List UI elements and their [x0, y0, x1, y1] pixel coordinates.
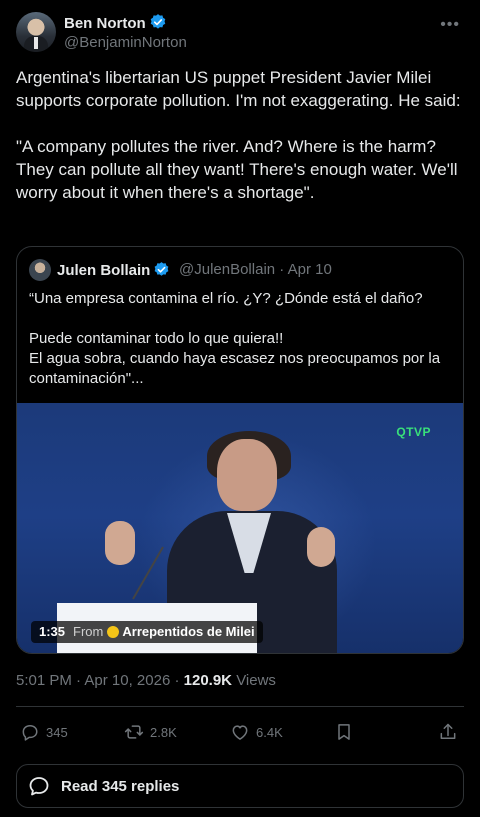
like-button[interactable]: 6.4K: [230, 720, 283, 744]
tweet-header: Ben Norton @BenjaminNorton •••: [16, 12, 464, 56]
quoted-tweet-text: “Una empresa contamina el río. ¿Y? ¿Dónd…: [29, 289, 453, 389]
author-name[interactable]: Ben Norton: [64, 15, 146, 32]
views-label: Views: [236, 672, 276, 689]
video-badge[interactable]: 1:35 From Arrepentidos de Milei: [31, 621, 263, 643]
quoted-line-1: “Una empresa contamina el río. ¿Y? ¿Dónd…: [29, 290, 423, 307]
tweet-paragraph-1: Argentina's libertarian US puppet Presid…: [16, 68, 461, 110]
quoted-author-name-row: Julen Bollain: [57, 261, 170, 279]
like-icon: [232, 725, 248, 740]
source-avatar-icon: [107, 626, 120, 638]
quoted-line-2: Puede contaminar todo lo que quiera!!: [29, 330, 284, 347]
quoted-author-handle-date: @JulenBollain · Apr 10: [179, 261, 332, 278]
read-replies-button[interactable]: Read 345 replies: [16, 764, 464, 808]
bookmark-icon: [338, 724, 350, 740]
action-bar: 345 2.8K 6.4K: [16, 720, 464, 744]
verified-badge-icon: [150, 14, 165, 29]
quoted-author-avatar: [29, 259, 51, 281]
repost-button[interactable]: 2.8K: [124, 720, 177, 744]
video-duration: 1:35: [39, 624, 66, 639]
video-player[interactable]: QTVP 1:35 From Arrepentidos de Milei: [17, 403, 463, 653]
tweet-time[interactable]: 5:01 PM: [16, 672, 72, 689]
author-handle[interactable]: @BenjaminNorton: [64, 34, 187, 51]
tweet-paragraph-2: "A company pollutes the river. And? Wher…: [16, 137, 458, 202]
share-button[interactable]: [438, 720, 464, 744]
video-from-label: From: [73, 624, 104, 639]
share-icon: [440, 723, 456, 739]
author-avatar[interactable]: [16, 12, 56, 52]
bookmark-button[interactable]: [334, 720, 360, 744]
tweet-meta: 5:01 PM · Apr 10, 2026 · 120.9K Views: [16, 672, 276, 689]
channel-logo: QTVP: [396, 425, 431, 439]
read-replies-label: Read 345 replies: [61, 777, 180, 795]
video-source[interactable]: Arrepentidos de Milei: [122, 624, 254, 639]
like-count: 6.4K: [256, 724, 283, 740]
quoted-tweet[interactable]: Julen Bollain @JulenBollain · Apr 10 “Un…: [16, 246, 464, 654]
reply-button[interactable]: 345: [20, 720, 68, 744]
reply-count: 345: [46, 724, 68, 740]
quoted-line-3: El agua sobra, cuando haya escasez nos p…: [29, 350, 441, 387]
speech-bubble-icon: [29, 777, 49, 796]
tweet-text: Argentina's libertarian US puppet Presid…: [16, 66, 464, 204]
tweet-date[interactable]: Apr 10, 2026: [84, 672, 170, 689]
reply-icon: [22, 725, 38, 741]
divider: [16, 706, 464, 707]
quoted-author-handle: @JulenBollain: [179, 261, 276, 278]
repost-count: 2.8K: [150, 724, 177, 740]
quoted-author-name: Julen Bollain: [57, 262, 151, 279]
more-icon[interactable]: •••: [440, 16, 460, 34]
quoted-date: Apr 10: [287, 261, 332, 278]
views-count: 120.9K: [183, 672, 233, 689]
repost-icon: [124, 725, 144, 739]
verified-badge-icon: [154, 262, 169, 276]
author-name-row[interactable]: Ben Norton: [64, 13, 167, 32]
